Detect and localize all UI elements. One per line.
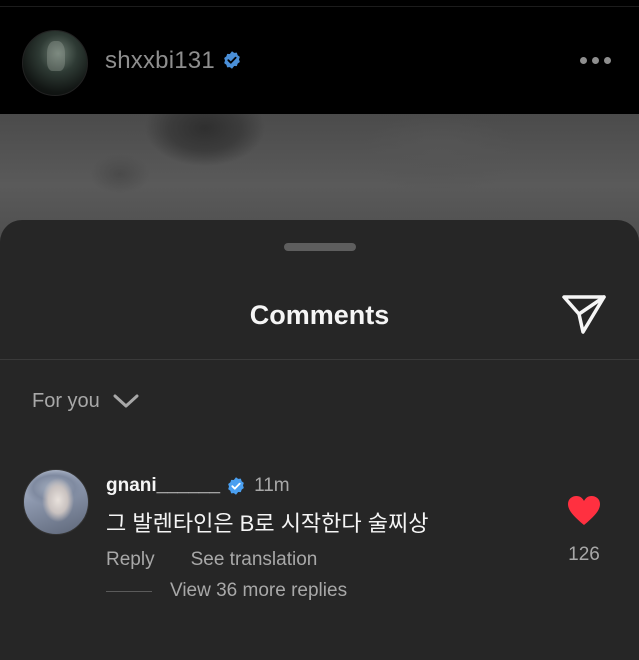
comments-sheet: Comments For you gnani______ 11m 그 발렌타인은… [0, 220, 639, 660]
like-count: 126 [568, 544, 600, 565]
sheet-title: Comments [249, 300, 390, 330]
top-divider [0, 6, 639, 7]
reply-button[interactable]: Reply [106, 549, 155, 571]
heart-icon[interactable] [567, 495, 601, 527]
replies-divider-line [106, 590, 152, 592]
commenter-username[interactable]: gnani______ [106, 475, 220, 497]
view-replies-label: View 36 more replies [170, 580, 348, 601]
more-options-icon[interactable] [578, 56, 614, 66]
post-header: shxxbi131 [0, 0, 639, 114]
post-author-avatar[interactable] [22, 30, 88, 96]
chevron-down-icon [113, 394, 139, 408]
send-icon[interactable] [561, 293, 607, 335]
comment-timestamp: 11m [254, 475, 290, 496]
verified-badge-icon [228, 477, 244, 495]
comment-item: gnani______ 11m 그 발렌타인은 B로 시작한다 술찌상 Repl… [0, 465, 639, 645]
sheet-divider [0, 359, 639, 360]
verified-badge-icon [223, 50, 240, 69]
filter-label: For you [32, 389, 100, 412]
view-replies-button[interactable]: View 36 more replies [106, 580, 347, 602]
see-translation-button[interactable]: See translation [191, 549, 318, 571]
sheet-drag-handle[interactable] [284, 243, 356, 251]
comment-header: gnani______ 11m [106, 473, 290, 499]
post-author-username-row[interactable]: shxxbi131 [105, 47, 242, 75]
comment-filter-dropdown[interactable]: For you [32, 388, 140, 414]
comment-actions: Reply See translation [106, 549, 317, 571]
comment-text: 그 발렌타인은 B로 시작한다 술찌상 [106, 511, 429, 536]
post-author-username[interactable]: shxxbi131 [105, 47, 215, 74]
commenter-avatar[interactable] [23, 469, 89, 535]
